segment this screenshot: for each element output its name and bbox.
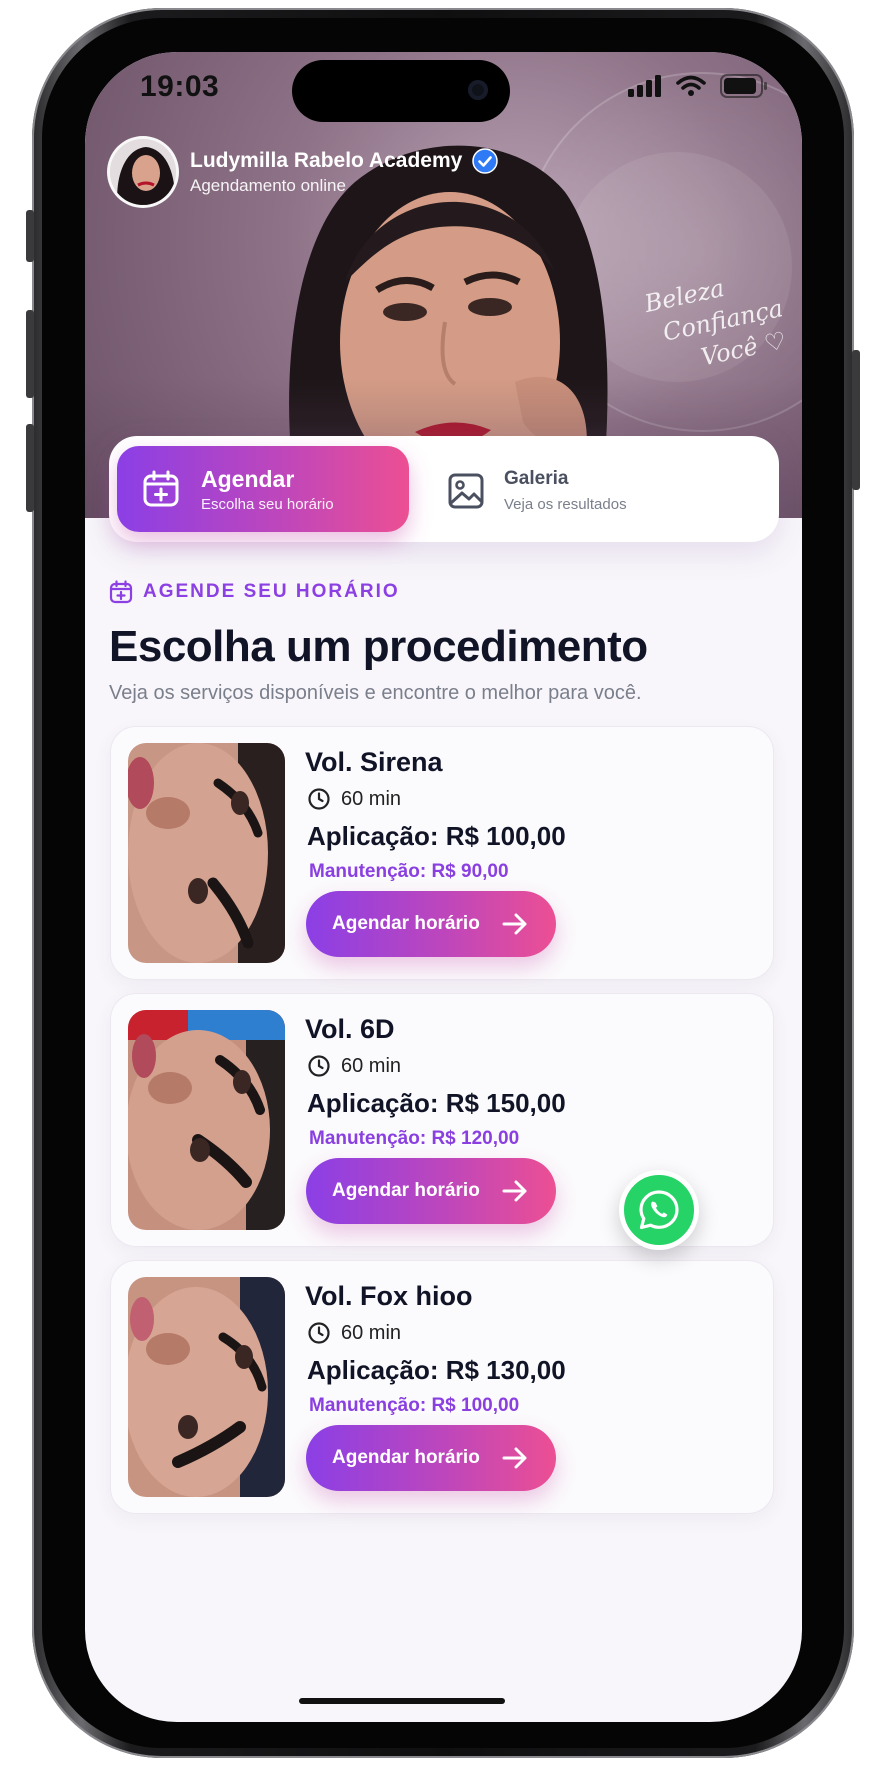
service-duration: 60 min [307,787,401,811]
eyebrow-label: AGENDE SEU HORÁRIO [143,581,400,602]
tab-title: Agendar [201,466,295,492]
duration-label: 60 min [341,787,402,810]
profile-name: Ludymilla Rabelo Academy [190,149,463,172]
lash-photo [128,1010,285,1230]
lash-photo [128,1277,285,1497]
avatar-photo [110,139,176,205]
tab-galeria[interactable]: Galeria Veja os resultados [439,446,759,532]
schedule-button-label: Agendar horário [332,1180,480,1201]
service-photo [128,1010,285,1230]
clock-icon [308,1322,330,1344]
service-photo [128,1277,285,1497]
whatsapp-icon [639,1190,679,1230]
tab-agendar[interactable]: Agendar Escolha seu horário [117,446,409,532]
service-maintenance-price: Manutenção: R$ 120,00 [309,1128,520,1149]
volume-up-button [26,310,34,398]
service-photo [128,743,285,963]
schedule-button-label: Agendar horário [332,913,480,934]
service-card[interactable]: Vol. Fox hioo 60 min Aplicação: R$ 130,0… [110,1260,774,1514]
avatar[interactable] [107,136,179,208]
profile-subtitle: Agendamento online [190,176,346,195]
arrow-right-icon [502,1447,527,1469]
tab-switcher: Agendar Escolha seu horário Galeria Veja… [109,436,779,542]
service-price: Aplicação: R$ 130,00 [307,1355,566,1385]
status-time: 19:03 [140,70,220,103]
status-icons [628,74,768,98]
tab-title: Galeria [504,468,569,489]
service-duration: 60 min [307,1321,401,1345]
service-name: Vol. Fox hioo [305,1281,473,1311]
profile-name-row: Ludymilla Rabelo Academy [190,148,499,174]
schedule-button-label: Agendar horário [332,1447,480,1468]
service-price: Aplicação: R$ 150,00 [307,1088,566,1118]
clock-icon [308,788,330,810]
front-camera-icon [468,80,488,100]
arrow-right-icon [502,1180,527,1202]
schedule-button[interactable]: Agendar horário [306,1425,556,1491]
schedule-button[interactable]: Agendar horário [306,891,556,957]
calendar-plus-icon [109,580,133,604]
arrow-right-icon [502,913,527,935]
cellular-signal-icon [628,75,661,97]
dynamic-island [292,60,510,122]
wifi-icon [676,75,706,96]
section-eyebrow: AGENDE SEU HORÁRIO [109,580,400,604]
tab-subtitle: Veja os resultados [504,496,627,513]
service-price: Aplicação: R$ 100,00 [307,821,566,851]
power-button [852,350,860,490]
service-name: Vol. 6D [305,1014,395,1044]
service-duration: 60 min [307,1054,401,1078]
app-screen: Beleza Confiança Você ♡ 19:03 Ludymilla … [85,52,802,1722]
calendar-plus-icon [143,470,179,507]
lash-photo [128,743,285,963]
home-indicator[interactable] [299,1698,505,1704]
tab-subtitle: Escolha seu horário [201,496,334,513]
duration-label: 60 min [341,1321,402,1344]
mute-switch [26,210,34,262]
image-icon [448,473,484,509]
service-maintenance-price: Manutenção: R$ 90,00 [309,861,509,882]
page-title: Escolha um procedimento [109,622,648,671]
service-name: Vol. Sirena [305,747,443,777]
volume-down-button [26,424,34,512]
battery-icon [720,74,767,98]
service-maintenance-price: Manutenção: R$ 100,00 [309,1395,520,1416]
whatsapp-button[interactable] [619,1170,699,1250]
schedule-button[interactable]: Agendar horário [306,1158,556,1224]
verified-badge-icon [472,148,499,174]
clock-icon [308,1055,330,1077]
page-description: Veja os serviços disponíveis e encontre … [109,682,642,704]
duration-label: 60 min [341,1054,402,1077]
service-card[interactable]: Vol. Sirena 60 min Aplicação: R$ 100,00 … [110,726,774,980]
